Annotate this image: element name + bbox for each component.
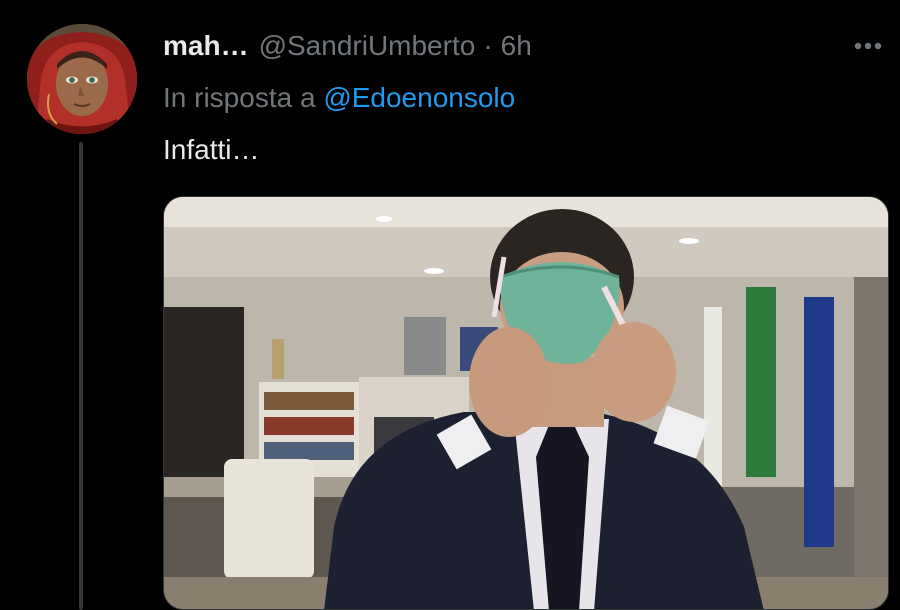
more-button[interactable] bbox=[846, 28, 890, 64]
media-image bbox=[164, 197, 888, 609]
separator-dot: · bbox=[483, 30, 493, 61]
tweet-media[interactable] bbox=[163, 196, 889, 610]
tweet-header: mah… @SandriUmberto · 6h bbox=[163, 26, 532, 66]
avatar-image bbox=[27, 24, 137, 134]
avatar[interactable] bbox=[27, 24, 137, 134]
more-horizontal-icon bbox=[854, 42, 882, 50]
reply-prefix: In risposta a bbox=[163, 82, 316, 113]
tweet[interactable]: mah… @SandriUmberto · 6h In risposta a @… bbox=[0, 0, 900, 610]
timestamp[interactable]: 6h bbox=[501, 26, 532, 66]
user-handle[interactable]: @SandriUmberto bbox=[259, 26, 476, 66]
thread-line bbox=[79, 142, 83, 610]
display-name[interactable]: mah… bbox=[163, 26, 249, 66]
reply-context: In risposta a @Edoenonsolo bbox=[163, 78, 515, 118]
tweet-text: Infatti… bbox=[163, 134, 260, 165]
reply-to-link[interactable]: @Edoenonsolo bbox=[323, 82, 515, 113]
